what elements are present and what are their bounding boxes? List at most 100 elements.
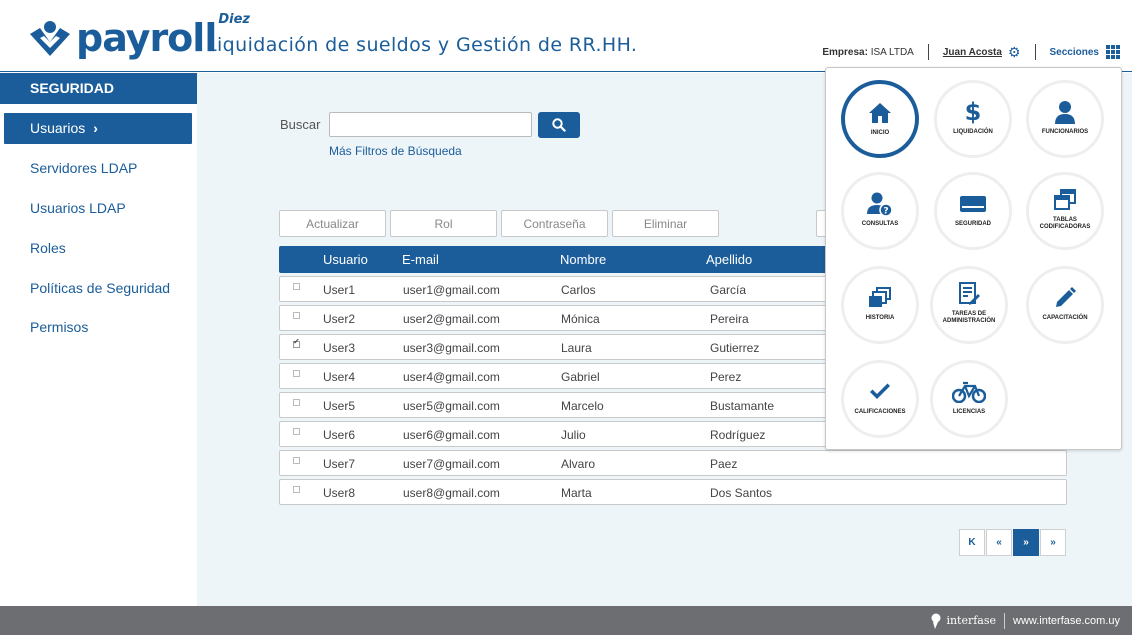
row-checkbox[interactable] [293, 428, 300, 435]
next-page-button[interactable]: » [1013, 529, 1039, 556]
row-checkbox[interactable] [293, 370, 300, 377]
sections-link[interactable]: Secciones [1050, 47, 1099, 58]
column-header-usuario[interactable]: Usuario [323, 252, 368, 267]
cell-user: User6 [323, 428, 356, 442]
update-button[interactable]: Actualizar [279, 210, 386, 237]
sidebar-item-usuarios-ldap[interactable]: Usuarios LDAP [4, 193, 192, 224]
cell-first-name: Mónica [561, 312, 600, 326]
stacked-pages-icon [844, 285, 916, 311]
sidebar-item-label: Usuarios LDAP [30, 200, 126, 216]
search-button[interactable] [538, 112, 580, 138]
stacked-windows-icon [1029, 187, 1101, 213]
section-funcionarios[interactable]: FUNCIONARIOS [1026, 80, 1104, 158]
row-checkbox[interactable] [293, 486, 300, 493]
more-filters-link[interactable]: Más Filtros de Búsqueda [329, 144, 462, 158]
cell-last-name: Pereira [710, 312, 749, 326]
table-row[interactable]: User7 user7@gmail.com Alvaro Paez [279, 450, 1067, 476]
cell-user: User8 [323, 486, 356, 500]
column-header-email[interactable]: E-mail [402, 252, 439, 267]
footer-divider [1004, 612, 1006, 629]
section-tareas-administracion[interactable]: TAREAS DE ADMINISTRACIÓN [930, 266, 1008, 344]
cell-user: User2 [323, 312, 356, 326]
cell-last-name: García [710, 283, 747, 297]
sidebar-heading: SEGURIDAD [0, 73, 197, 104]
section-historia[interactable]: HISTORIA [841, 266, 919, 344]
section-label: CALIFICACIONES [854, 409, 906, 415]
cell-email: user1@gmail.com [403, 283, 500, 297]
top-header: payroll Diez Liquidación de sueldos y Ge… [0, 0, 1132, 72]
cell-last-name: Paez [710, 457, 738, 471]
person-icon [1029, 99, 1101, 125]
column-header-apellido[interactable]: Apellido [706, 252, 752, 267]
cell-user: User7 [323, 457, 356, 471]
section-label: FUNCIONARIOS [1041, 129, 1089, 135]
cell-first-name: Marcelo [561, 399, 604, 413]
delete-button[interactable]: Eliminar [612, 210, 719, 237]
section-label: LICENCIAS [952, 409, 986, 415]
sidebar-item-usuarios[interactable]: Usuarios › [4, 113, 192, 144]
section-label: LIQUIDACIÓN [953, 129, 993, 135]
cell-last-name: Bustamante [710, 399, 775, 413]
company-value: ISA LTDA [870, 46, 914, 58]
grid-menu-icon[interactable] [1106, 45, 1120, 59]
sidebar-item-roles[interactable]: Roles [4, 233, 192, 264]
cell-email: user8@gmail.com [403, 486, 500, 500]
role-button[interactable]: Rol [390, 210, 497, 237]
cell-first-name: Gabriel [561, 370, 600, 384]
sidebar-item-label: Permisos [30, 319, 89, 335]
cell-email: user6@gmail.com [403, 428, 500, 442]
logo-mark-icon [28, 20, 72, 58]
sidebar-item-label: Usuarios [30, 120, 86, 136]
footer-brand: interfase [946, 614, 997, 627]
document-edit-icon [933, 281, 1005, 307]
row-checkbox[interactable] [293, 457, 300, 464]
row-checkbox[interactable] [293, 399, 300, 406]
section-inicio[interactable]: INICIO [841, 80, 919, 158]
section-consultas[interactable]: ? CONSULTAS [841, 172, 919, 250]
app-root: payroll Diez Liquidación de sueldos y Ge… [0, 0, 1132, 635]
row-checkbox-checked[interactable] [293, 337, 300, 348]
cell-email: user7@gmail.com [403, 457, 500, 471]
sidebar-item-label: Roles [30, 240, 66, 256]
last-page-button[interactable]: » [1040, 529, 1066, 556]
cell-user: User5 [323, 399, 356, 413]
cell-first-name: Laura [561, 341, 592, 355]
search-label: Buscar [280, 117, 321, 132]
header-divider [1034, 44, 1036, 60]
sidebar: SEGURIDAD Usuarios › Servidores LDAP Usua… [0, 73, 197, 606]
person-question-icon: ? [844, 191, 916, 217]
chevron-right-icon: › [93, 120, 98, 136]
cell-first-name: Julio [561, 428, 586, 442]
dollar-icon: $ [964, 98, 982, 126]
gear-icon[interactable]: ⚙ [1008, 45, 1021, 59]
sidebar-item-servidores-ldap[interactable]: Servidores LDAP [4, 153, 192, 184]
cell-first-name: Carlos [561, 283, 596, 297]
home-icon [845, 100, 915, 126]
user-name-link[interactable]: Juan Acosta [943, 47, 1002, 58]
sidebar-item-politicas[interactable]: Políticas de Seguridad [4, 273, 192, 304]
cell-email: user4@gmail.com [403, 370, 500, 384]
cell-user: User4 [323, 370, 356, 384]
column-header-nombre[interactable]: Nombre [560, 252, 606, 267]
cell-user: User1 [323, 283, 356, 297]
sidebar-item-permisos[interactable]: Permisos [4, 312, 192, 343]
prev-page-button[interactable]: « [986, 529, 1012, 556]
section-calificaciones[interactable]: CALIFICACIONES [841, 360, 919, 438]
footer: interfase www.interfase.com.uy [0, 606, 1132, 635]
cell-last-name: Perez [710, 370, 742, 384]
first-page-button[interactable]: K [959, 529, 985, 556]
footer-url-link[interactable]: www.interfase.com.uy [1013, 615, 1120, 627]
cell-email: user5@gmail.com [403, 399, 500, 413]
section-licencias[interactable]: LICENCIAS [930, 360, 1008, 438]
section-capacitacion[interactable]: CAPACITACIÓN [1026, 266, 1104, 344]
section-seguridad[interactable]: SEGURIDAD [934, 172, 1012, 250]
search-icon [552, 118, 566, 132]
interfase-logo-icon [931, 613, 941, 629]
row-checkbox[interactable] [293, 283, 300, 290]
table-row[interactable]: User8 user8@gmail.com Marta Dos Santos [279, 479, 1067, 505]
password-button[interactable]: Contraseña [501, 210, 608, 237]
row-checkbox[interactable] [293, 312, 300, 319]
search-input[interactable] [329, 112, 532, 137]
section-liquidacion[interactable]: $ LIQUIDACIÓN [934, 80, 1012, 158]
section-tablas[interactable]: TABLAS CODIFICADORAS [1026, 172, 1104, 250]
